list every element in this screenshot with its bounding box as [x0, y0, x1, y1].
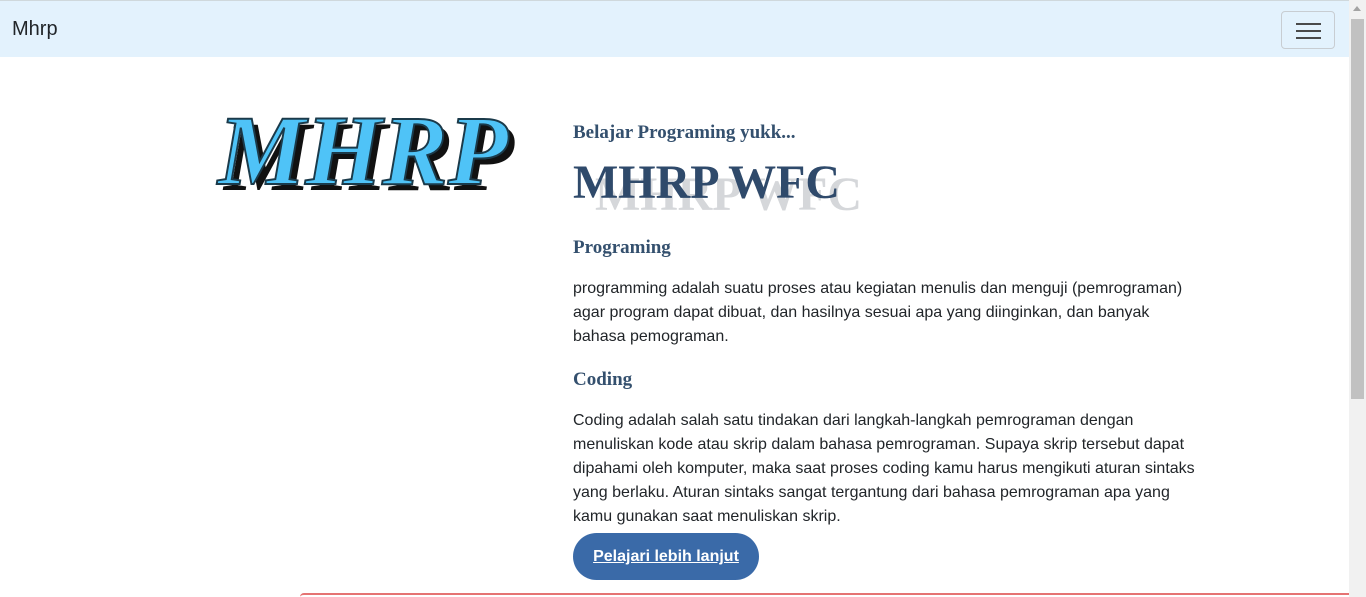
- navbar-toggler-button[interactable]: [1281, 11, 1335, 49]
- vertical-scrollbar[interactable]: [1349, 0, 1366, 597]
- svg-text:MHRP: MHRP: [216, 95, 509, 198]
- paragraph-line: menuliskan kode atau skrip dalam bahasa …: [573, 436, 1185, 453]
- hero-title-block: MHRP WFC MHRP WFC: [573, 155, 993, 221]
- paragraph-line: agar program dapat dibuat, dan hasilnya …: [573, 304, 1150, 321]
- section-paragraph-coding: Coding adalah salah satu tindakan dari l…: [573, 409, 1203, 529]
- section-heading-programing: Programing: [573, 237, 671, 258]
- paragraph-line: kamu gunakan saat menuliskan skrip.: [573, 508, 841, 525]
- scroll-up-arrow-icon[interactable]: [1349, 0, 1366, 17]
- scrollbar-thumb[interactable]: [1351, 19, 1364, 399]
- section-paragraph-programing: programming adalah suatu proses atau keg…: [573, 277, 1203, 349]
- learn-more-button[interactable]: Pelajari lebih lanjut: [573, 533, 759, 580]
- navbar: Mhrp: [0, 0, 1349, 57]
- mhrp-logo: MHRP MHRP: [210, 88, 520, 212]
- paragraph-line: Coding adalah salah satu tindakan dari l…: [573, 412, 1134, 429]
- next-section-border: [300, 593, 1349, 597]
- paragraph-line: yang berlaku. Aturan sintaks sangat terg…: [573, 484, 1170, 501]
- hero-tagline: Belajar Programing yukk...: [573, 122, 796, 143]
- paragraph-line: dipahami oleh komputer, maka saat proses…: [573, 460, 1195, 477]
- section-heading-coding: Coding: [573, 369, 633, 390]
- hero-title: MHRP WFC: [573, 156, 841, 209]
- paragraph-line: bahasa pemograman.: [573, 328, 729, 345]
- navbar-brand[interactable]: Mhrp: [12, 18, 58, 41]
- paragraph-line: programming adalah suatu proses atau keg…: [573, 280, 1183, 297]
